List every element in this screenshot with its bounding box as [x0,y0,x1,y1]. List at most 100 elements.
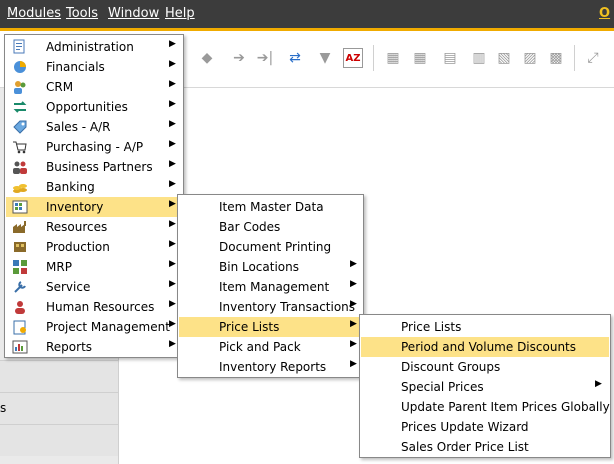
submenu-arrow-icon: ▶ [169,99,176,109]
toolbar-target-document-icon[interactable]: ▦ [410,48,430,68]
side-panel-row[interactable]: s [0,392,118,424]
submenu-arrow-icon: ▶ [350,279,357,289]
reports-icon [12,339,28,355]
mrp-icon [12,259,28,275]
menu-item-financials[interactable]: Financials ▶ [6,57,182,77]
modules-menu: Administration ▶ Financials ▶ CRM ▶ Oppo… [4,34,184,358]
banking-icon [12,179,28,195]
menu-item-banking[interactable]: Banking ▶ [6,177,182,197]
menu-item-inventory-reports[interactable]: Inventory Reports ▶ [179,357,362,377]
toolbar-gross-profit-icon[interactable]: ▧ [494,48,514,68]
resources-icon [12,219,28,235]
inventory-submenu: Item Master Data Bar Codes Document Prin… [177,194,364,378]
submenu-arrow-icon: ▶ [169,299,176,309]
toolbar-layout-icon[interactable]: ▩ [546,48,566,68]
submenu-arrow-icon: ▶ [350,319,357,329]
submenu-arrow-icon: ▶ [350,339,357,349]
menu-item-inventory[interactable]: Inventory ▶ [6,197,182,217]
purchasing-icon [12,139,28,155]
menu-item-discount-groups[interactable]: Discount Groups [361,357,609,377]
submenu-arrow-icon: ▶ [169,319,176,329]
menu-item-mrp[interactable]: MRP ▶ [6,257,182,277]
menu-item-purchasing[interactable]: Purchasing - A/P ▶ [6,137,182,157]
menu-item-sales-order-price-list[interactable]: Sales Order Price List [361,437,609,457]
menu-tools[interactable]: Tools [66,6,98,21]
menu-help[interactable]: Help [165,6,195,21]
menu-item-crm[interactable]: CRM ▶ [6,77,182,97]
submenu-arrow-icon: ▶ [350,259,357,269]
menu-item-pick-and-pack[interactable]: Pick and Pack ▶ [179,337,362,357]
menu-item-prices-update-wizard[interactable]: Prices Update Wizard [361,417,609,437]
submenu-arrow-icon: ▶ [350,359,357,369]
human-resources-icon [12,299,28,315]
toolbar-chart-icon[interactable]: ⤢ [583,48,603,68]
inventory-icon [12,199,28,215]
submenu-arrow-icon: ▶ [350,299,357,309]
toolbar-journal-icon[interactable]: ▨ [520,48,540,68]
submenu-arrow-icon: ▶ [169,179,176,189]
toolbar-separator [574,45,575,71]
menu-item-inventory-transactions[interactable]: Inventory Transactions ▶ [179,297,362,317]
submenu-arrow-icon: ▶ [169,79,176,89]
submenu-arrow-icon: ▶ [169,279,176,289]
opportunities-icon [12,99,28,115]
menu-item-opportunities[interactable]: Opportunities ▶ [6,97,182,117]
submenu-arrow-icon: ▶ [169,119,176,129]
submenu-arrow-icon: ▶ [169,39,176,49]
toolbar-sort-az-icon[interactable]: AZ [343,48,363,68]
brand-text: O [599,6,611,21]
service-icon [12,279,28,295]
financials-icon [12,59,28,75]
side-panel-row[interactable] [0,424,118,456]
menu-item-price-lists[interactable]: Price Lists ▶ [179,317,362,337]
submenu-arrow-icon: ▶ [169,159,176,169]
menu-item-bin-locations[interactable]: Bin Locations ▶ [179,257,362,277]
toolbar-base-document-icon[interactable]: ▦ [383,48,403,68]
project-management-icon [12,319,28,335]
toolbar-payment-icon[interactable]: ▥ [469,48,489,68]
menu-bar: Modules Tools Window Help O [0,0,614,28]
menu-item-special-prices[interactable]: Special Prices ▶ [361,377,609,397]
menu-item-service[interactable]: Service ▶ [6,277,182,297]
toolbar-filter-icon[interactable]: ▼ [315,48,335,68]
menu-item-bar-codes[interactable]: Bar Codes [179,217,362,237]
menu-item-resources[interactable]: Resources ▶ [6,217,182,237]
menu-item-human-resources[interactable]: Human Resources ▶ [6,297,182,317]
price-lists-submenu: Price Lists Period and Volume Discounts … [359,314,611,458]
toolbar-separator [373,45,374,71]
menu-item-project-management[interactable]: Project Management ▶ [6,317,182,337]
business-partners-icon [12,159,28,175]
side-panel-row-text: s [0,401,7,415]
submenu-arrow-icon: ▶ [169,219,176,229]
administration-icon [12,39,28,55]
menu-item-sales[interactable]: Sales - A/R ▶ [6,117,182,137]
menu-modules[interactable]: Modules [7,6,61,21]
submenu-arrow-icon: ▶ [169,59,176,69]
menu-item-business-partners[interactable]: Business Partners ▶ [6,157,182,177]
menu-item-update-parent-item-prices[interactable]: Update Parent Item Prices Globally [361,397,610,417]
production-icon [12,239,28,255]
sales-icon [12,119,28,135]
toolbar-last-record-icon[interactable]: ➔| [255,48,275,68]
side-panel-row[interactable] [0,360,118,392]
toolbar-document-icon[interactable]: ▤ [440,48,460,68]
menu-item-item-master-data[interactable]: Item Master Data [179,197,362,217]
submenu-arrow-icon: ▶ [169,199,176,209]
submenu-arrow-icon: ▶ [169,339,176,349]
toolbar-first-record-icon[interactable]: ◆ [197,48,217,68]
menu-item-period-and-volume-discounts[interactable]: Period and Volume Discounts [361,337,609,357]
submenu-arrow-icon: ▶ [169,139,176,149]
toolbar-refresh-icon[interactable]: ⇄ [285,48,305,68]
submenu-arrow-icon: ▶ [595,379,602,389]
menu-item-administration[interactable]: Administration ▶ [6,37,182,57]
menu-item-price-lists-sub[interactable]: Price Lists [361,317,609,337]
toolbar-prev-record-icon[interactable]: ➔ [229,48,249,68]
crm-icon [12,79,28,95]
menu-item-document-printing[interactable]: Document Printing [179,237,362,257]
menu-item-reports[interactable]: Reports ▶ [6,337,182,357]
menu-item-item-management[interactable]: Item Management ▶ [179,277,362,297]
submenu-arrow-icon: ▶ [169,259,176,269]
menu-item-production[interactable]: Production ▶ [6,237,182,257]
submenu-arrow-icon: ▶ [169,239,176,249]
menu-window[interactable]: Window [108,6,159,21]
